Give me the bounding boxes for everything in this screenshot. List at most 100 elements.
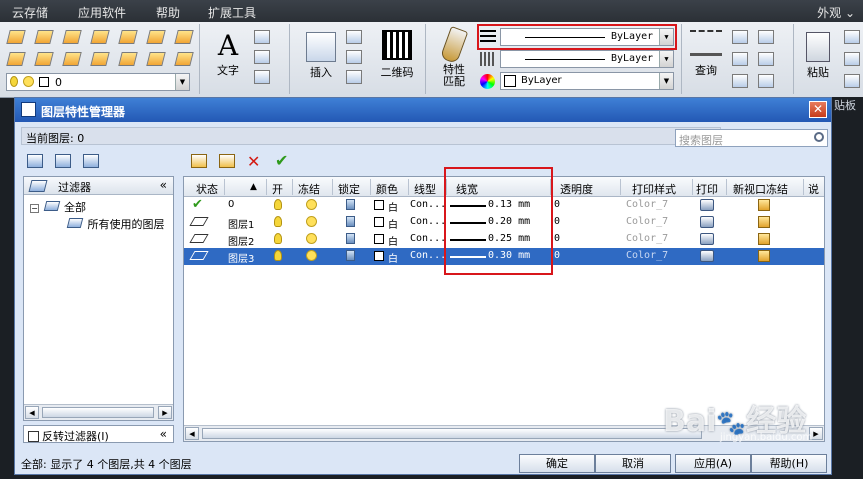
unlock-icon[interactable] (346, 250, 355, 261)
chevron-down-icon[interactable]: ▼ (659, 29, 673, 45)
table-row[interactable]: 图层2 白 Con... 0.25 mm 0 Color_7 (184, 231, 824, 248)
invert-filter-checkbox[interactable]: 反转过滤器(I) « (23, 425, 174, 443)
printer-icon[interactable] (700, 233, 714, 245)
layer-tool-icon[interactable] (34, 52, 54, 66)
unlock-icon[interactable] (346, 233, 355, 244)
col-lock[interactable]: 锁定 (338, 181, 360, 197)
set-current-icon[interactable]: ✔ (275, 151, 291, 170)
menu-help[interactable]: 帮助 (156, 4, 180, 21)
layer-tool-icon[interactable] (6, 30, 26, 44)
format-painter-icon[interactable] (844, 74, 860, 88)
search-input[interactable]: 搜索图层 (675, 129, 828, 147)
collapse-tree-icon[interactable]: − (30, 204, 39, 213)
col-linetype[interactable]: 线型 (414, 181, 436, 197)
layer-tool-icon[interactable] (146, 30, 166, 44)
tree-item-used-layers[interactable]: 所有使用的图层 (66, 216, 165, 232)
printer-icon[interactable] (700, 199, 714, 211)
layer-tool-icon[interactable] (62, 52, 82, 66)
chevron-down-icon[interactable]: ▼ (175, 74, 189, 90)
scroll-right-icon[interactable]: ▶ (158, 406, 172, 419)
vp-freeze-icon[interactable] (758, 250, 770, 262)
select-icon[interactable] (758, 30, 774, 44)
collapse-filter-button[interactable]: « (160, 178, 167, 192)
qrcode-button[interactable]: 二维码 (374, 30, 420, 80)
color-wheel-icon[interactable] (480, 74, 495, 89)
layer-states-icon[interactable] (83, 154, 99, 168)
menu-apps[interactable]: 应用软件 (78, 4, 126, 21)
checkbox-icon[interactable] (28, 431, 39, 442)
layer-linetype[interactable]: Con... (410, 233, 446, 244)
layer-list-scrollbar[interactable]: ◀ ▶ (184, 425, 824, 441)
sun-icon[interactable] (306, 216, 317, 227)
col-color[interactable]: 颜色 (376, 181, 398, 197)
lineweight-combo[interactable]: ByLayer ▼ (500, 28, 674, 46)
layer-name[interactable]: 图层2 (228, 233, 254, 248)
col-plot[interactable]: 打印 (696, 181, 718, 197)
layer-tool-icon[interactable] (118, 30, 138, 44)
layer-linetype[interactable]: Con... (410, 250, 446, 261)
new-property-filter-icon[interactable] (27, 154, 43, 168)
col-status[interactable]: 状态 (196, 181, 218, 197)
delete-layer-icon[interactable]: ✕ (247, 152, 263, 171)
cut-icon[interactable] (844, 30, 860, 44)
col-transparency[interactable]: 透明度 (560, 181, 593, 197)
copy-icon[interactable] (844, 52, 860, 66)
sun-icon[interactable] (306, 199, 317, 210)
col-plot-style[interactable]: 打印样式 (632, 181, 676, 197)
edit-block-icon[interactable] (346, 30, 362, 44)
color-swatch-icon[interactable] (374, 234, 384, 244)
linetype-combo[interactable]: ByLayer ▼ (500, 50, 674, 68)
layer-status-icon[interactable] (189, 217, 209, 226)
new-group-filter-icon[interactable] (55, 154, 71, 168)
menu-cloud-storage[interactable]: 云存储 (12, 4, 48, 21)
calculator-icon[interactable] (732, 52, 748, 66)
new-layer-vp-frozen-icon[interactable] (219, 154, 235, 168)
id-point-icon[interactable] (732, 74, 748, 88)
vp-freeze-icon[interactable] (758, 199, 770, 211)
layer-transparency[interactable]: 0 (554, 250, 560, 261)
help-button[interactable]: 帮助(H) (751, 454, 827, 473)
layer-transparency[interactable]: 0 (554, 199, 560, 210)
table-row[interactable]: 图层3 白 Con... 0.30 mm 0 Color_7 (184, 248, 824, 265)
arc-icon[interactable] (254, 50, 270, 64)
cancel-button[interactable]: 取消 (595, 454, 671, 473)
match-properties-button[interactable]: 特性匹配 (434, 25, 474, 88)
layer-name[interactable]: 图层1 (228, 216, 254, 231)
layer-linetype[interactable]: Con... (410, 216, 446, 227)
current-layer-check-icon[interactable]: ✔ (192, 197, 206, 212)
layer-lineweight[interactable]: 0.30 mm (488, 250, 530, 261)
layer-tool-icon[interactable] (118, 52, 138, 66)
layer-lineweight[interactable]: 0.20 mm (488, 216, 530, 227)
layer-name[interactable]: 图层3 (228, 250, 254, 265)
printer-icon[interactable] (700, 250, 714, 262)
layer-tool-icon[interactable] (174, 52, 194, 66)
scroll-thumb[interactable] (42, 407, 154, 418)
apply-button[interactable]: 应用(A) (675, 454, 751, 473)
layer-tool-icon[interactable] (34, 30, 54, 44)
table-row[interactable]: 图层1 白 Con... 0.20 mm 0 Color_7 (184, 214, 824, 231)
scroll-left-icon[interactable]: ◀ (185, 427, 199, 440)
layer-tool-icon[interactable] (90, 30, 110, 44)
bulb-icon[interactable] (274, 233, 282, 244)
table-icon[interactable] (254, 30, 270, 44)
bulb-icon[interactable] (274, 250, 282, 261)
layer-tool-icon[interactable] (6, 52, 26, 66)
layer-status-icon[interactable] (189, 251, 209, 260)
menu-extensions[interactable]: 扩展工具 (208, 4, 256, 21)
close-button[interactable]: ✕ (809, 101, 827, 118)
paste-button[interactable]: 粘贴 (798, 32, 838, 80)
query-button[interactable]: 查询 (686, 30, 726, 78)
layer-linetype[interactable]: Con... (410, 199, 446, 210)
quick-select-icon[interactable] (758, 52, 774, 66)
text-tool-button[interactable]: A 文字 (208, 30, 248, 78)
attribute-icon[interactable] (346, 50, 362, 64)
col-on[interactable]: 开 (272, 181, 283, 197)
filter-panel-scrollbar[interactable]: ◀ ▶ (24, 404, 173, 420)
chevron-down-icon[interactable]: ▼ (659, 51, 673, 67)
collapse-panel-button[interactable]: « (160, 427, 167, 441)
col-lineweight[interactable]: 线宽 (456, 181, 478, 197)
block-manager-icon[interactable] (346, 70, 362, 84)
layer-lineweight[interactable]: 0.13 mm (488, 199, 530, 210)
new-layer-icon[interactable] (191, 154, 207, 168)
layer-status-icon[interactable] (189, 234, 209, 243)
